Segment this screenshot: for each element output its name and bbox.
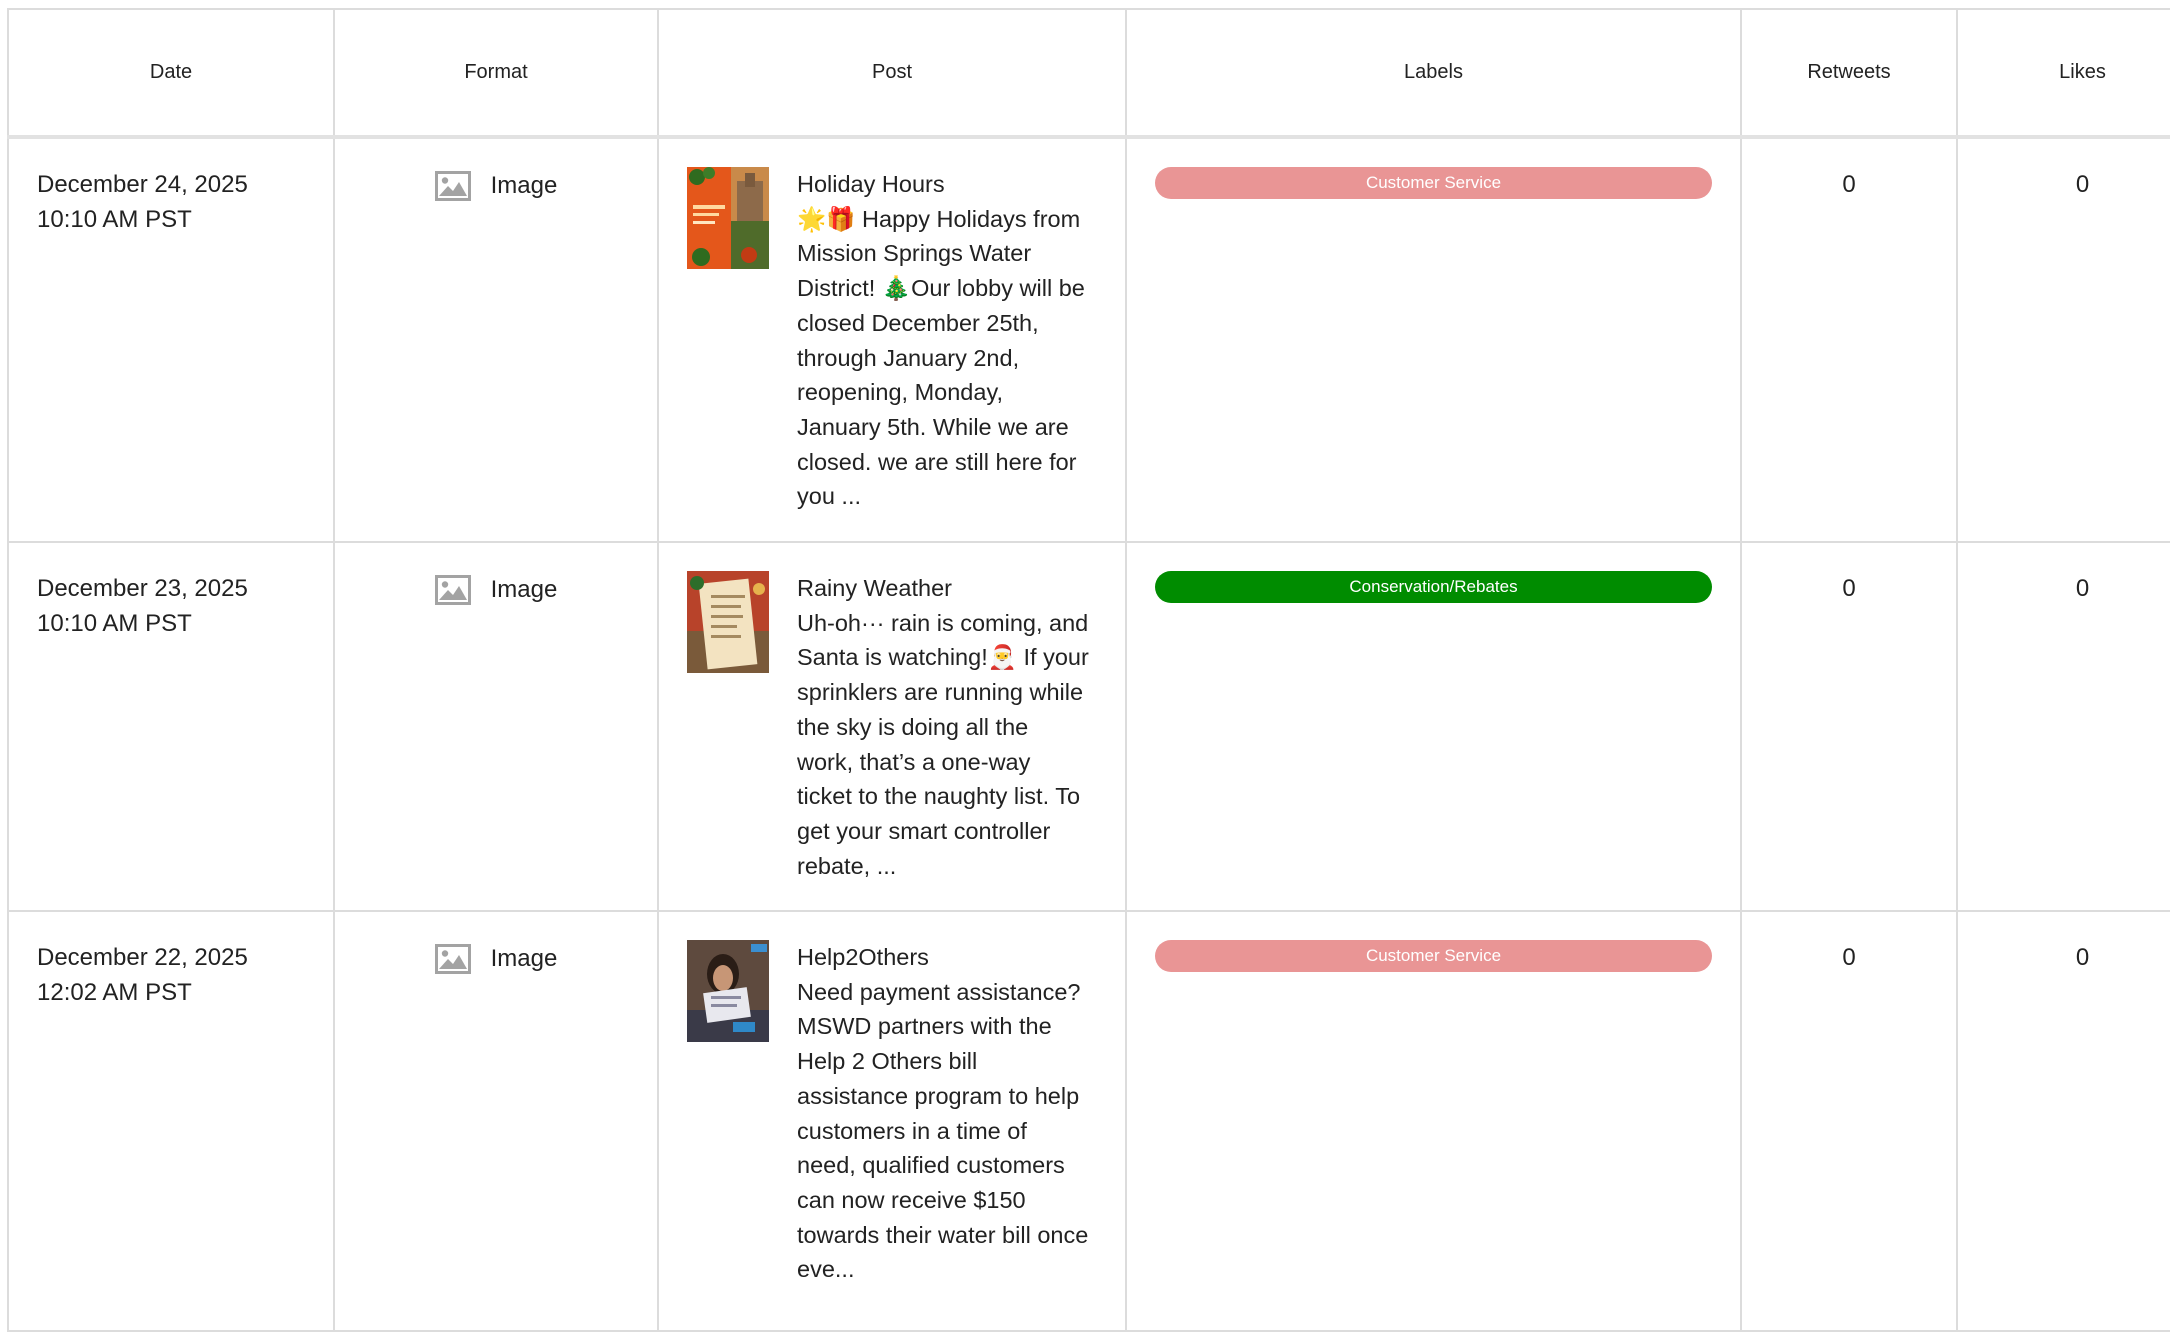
post-time: 10:10 AM PST: [37, 206, 192, 233]
column-header-labels[interactable]: Labels: [1125, 8, 1742, 138]
post-cell: Holiday Hours 🌟🎁 Happy Holidays from Mis…: [657, 136, 1127, 543]
retweets-count: 0: [1740, 136, 1958, 543]
post-time: 10:10 AM PST: [37, 610, 192, 637]
post-cell: Rainy Weather Uh-oh··· rain is coming, a…: [657, 541, 1127, 912]
format-cell: Image: [333, 910, 659, 1332]
labels-cell: Conservation/Rebates: [1125, 541, 1742, 912]
post-title[interactable]: Help2Others: [797, 940, 1089, 975]
post-date: December 24, 2025: [37, 171, 248, 198]
post-thumbnail[interactable]: [687, 940, 769, 1042]
likes-count: 0: [1956, 136, 2170, 543]
image-icon: [434, 944, 471, 974]
post-body: Need payment assistance? MSWD partners w…: [797, 978, 1089, 1283]
post-title[interactable]: Holiday Hours: [797, 167, 1089, 202]
post-date: December 22, 2025: [37, 944, 248, 971]
post-thumbnail[interactable]: [687, 571, 769, 673]
column-header-date[interactable]: Date: [7, 8, 335, 138]
post-time: 12:02 AM PST: [37, 979, 192, 1006]
table-row[interactable]: December 22, 2025 12:02 AM PST Image Hel…: [7, 910, 2170, 1332]
image-icon: [434, 171, 471, 201]
label-badge-conservation-rebates[interactable]: Conservation/Rebates: [1155, 571, 1712, 603]
label-badge-customer-service[interactable]: Customer Service: [1155, 167, 1712, 199]
post-body: 🌟🎁 Happy Holidays from Mission Springs W…: [797, 205, 1085, 510]
table-row[interactable]: December 23, 2025 10:10 AM PST Image Rai…: [7, 541, 2170, 912]
post-thumbnail[interactable]: [687, 167, 769, 269]
column-header-format[interactable]: Format: [333, 8, 659, 138]
date-cell: December 22, 2025 12:02 AM PST: [7, 910, 335, 1332]
image-icon: [434, 575, 471, 605]
likes-count: 0: [1956, 910, 2170, 1332]
format-label: Image: [490, 172, 558, 199]
retweets-count: 0: [1740, 541, 1958, 912]
likes-count: 0: [1956, 541, 2170, 912]
post-title[interactable]: Rainy Weather: [797, 571, 1089, 606]
retweets-count: 0: [1740, 910, 1958, 1332]
labels-cell: Customer Service: [1125, 910, 1742, 1332]
post-date: December 23, 2025: [37, 575, 248, 602]
column-header-likes[interactable]: Likes: [1956, 8, 2170, 138]
table-row[interactable]: December 24, 2025 10:10 AM PST Image Hol…: [7, 136, 2170, 543]
column-header-retweets[interactable]: Retweets: [1740, 8, 1958, 138]
posts-table: Date Format Post Labels Retweets Likes D…: [7, 8, 2170, 1332]
date-cell: December 23, 2025 10:10 AM PST: [7, 541, 335, 912]
format-label: Image: [490, 576, 558, 603]
table-header-row: Date Format Post Labels Retweets Likes: [7, 8, 2170, 138]
format-label: Image: [490, 945, 558, 972]
post-body: Uh-oh··· rain is coming, and Santa is wa…: [797, 609, 1089, 879]
labels-cell: Customer Service: [1125, 136, 1742, 543]
post-cell: Help2Others Need payment assistance? MSW…: [657, 910, 1127, 1332]
date-cell: December 24, 2025 10:10 AM PST: [7, 136, 335, 543]
format-cell: Image: [333, 541, 659, 912]
label-badge-customer-service[interactable]: Customer Service: [1155, 940, 1712, 972]
format-cell: Image: [333, 136, 659, 543]
column-header-post[interactable]: Post: [657, 8, 1127, 138]
